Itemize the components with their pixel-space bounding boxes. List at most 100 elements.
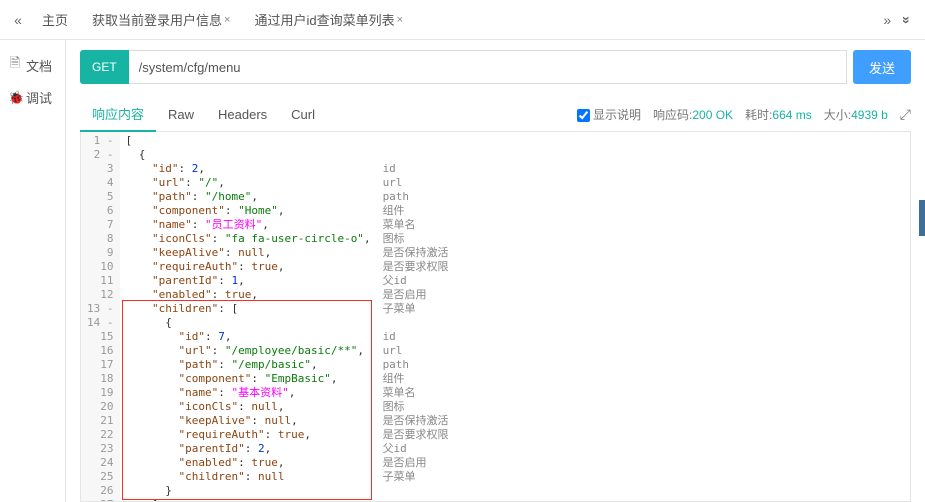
code-line[interactable]: "iconCls": null, bbox=[126, 400, 371, 414]
gutter-line: 24 bbox=[85, 456, 116, 470]
comment-line: url bbox=[383, 344, 449, 358]
tab-home[interactable]: 主页 bbox=[32, 0, 78, 40]
response-code: 响应码:200 OK bbox=[653, 106, 733, 123]
comment-line: 组件 bbox=[383, 372, 449, 386]
gutter-line: 16 bbox=[85, 344, 116, 358]
right-edge-handle[interactable] bbox=[919, 200, 925, 236]
code-line[interactable]: "url": "/employee/basic/**", bbox=[126, 344, 371, 358]
request-bar: GET 发送 bbox=[80, 50, 911, 84]
comment-line: path bbox=[383, 190, 449, 204]
gutter-line: 9 bbox=[85, 246, 116, 260]
code-line[interactable]: "url": "/", bbox=[126, 176, 371, 190]
code-line[interactable]: "component": "Home", bbox=[126, 204, 371, 218]
code-line[interactable]: "id": 7, bbox=[126, 330, 371, 344]
code-line[interactable]: "parentId": 1, bbox=[126, 274, 371, 288]
gutter-line: 1 - bbox=[85, 134, 116, 148]
code-line[interactable]: "keepAlive": null, bbox=[126, 246, 371, 260]
gutter-line: 7 bbox=[85, 218, 116, 232]
show-description-toggle[interactable]: 显示说明 bbox=[577, 106, 641, 123]
gutter-line: 11 bbox=[85, 274, 116, 288]
code-line[interactable]: "path": "/emp/basic", bbox=[126, 358, 371, 372]
code-line[interactable]: "name": "基本资料", bbox=[126, 386, 371, 400]
tab-user-info[interactable]: 获取当前登录用户信息× bbox=[82, 0, 240, 40]
tabs-scroll-right-icon[interactable]: » bbox=[877, 12, 897, 28]
comment-line: url bbox=[383, 176, 449, 190]
tab-response-headers[interactable]: Headers bbox=[206, 98, 279, 132]
document-icon: 🗎 bbox=[8, 54, 22, 76]
gutter-line: 12 bbox=[85, 288, 116, 302]
gutter-line: 27 bbox=[85, 498, 116, 502]
code-line[interactable]: "children": null bbox=[126, 470, 371, 484]
request-url-input[interactable] bbox=[129, 50, 847, 84]
show-description-checkbox[interactable] bbox=[577, 109, 590, 122]
top-tab-bar: « 主页 获取当前登录用户信息× 通过用户id查询菜单列表× » » bbox=[0, 0, 925, 40]
gutter-line: 20 bbox=[85, 400, 116, 414]
comment-line: 是否要求权限 bbox=[383, 260, 449, 274]
sidebar-item-debug[interactable]: 🐞 调试 bbox=[0, 82, 65, 113]
gutter-line: 4 bbox=[85, 176, 116, 190]
comment-line: 是否要求权限 bbox=[383, 428, 449, 442]
code-line[interactable]: "requireAuth": true, bbox=[126, 260, 371, 274]
tab-response-raw[interactable]: Raw bbox=[156, 98, 206, 132]
comment-line bbox=[383, 148, 449, 162]
sidebar-item-label: 调试 bbox=[26, 88, 52, 107]
gutter-line: 8 bbox=[85, 232, 116, 246]
code-line[interactable]: "parentId": 2, bbox=[126, 442, 371, 456]
gutter-line: 5 bbox=[85, 190, 116, 204]
gutter-line: 19 bbox=[85, 386, 116, 400]
code-line[interactable]: "children": [ bbox=[126, 302, 371, 316]
comment-line: 是否保持激活 bbox=[383, 246, 449, 260]
code-line[interactable]: ] bbox=[126, 498, 371, 502]
send-button[interactable]: 发送 bbox=[853, 50, 911, 84]
expand-icon[interactable]: ⤢ bbox=[900, 106, 911, 123]
close-icon[interactable]: × bbox=[397, 14, 403, 26]
code-line[interactable]: "id": 2, bbox=[126, 162, 371, 176]
code-line[interactable]: "path": "/home", bbox=[126, 190, 371, 204]
comment-line bbox=[383, 134, 449, 148]
comment-line: 父id bbox=[383, 442, 449, 456]
code-line[interactable]: } bbox=[126, 484, 371, 498]
code-line[interactable]: "enabled": true, bbox=[126, 456, 371, 470]
comment-line: id bbox=[383, 330, 449, 344]
gutter-line: 22 bbox=[85, 428, 116, 442]
comment-line: 是否启用 bbox=[383, 288, 449, 302]
response-time: 耗时:664 ms bbox=[745, 106, 812, 123]
code-line[interactable]: { bbox=[126, 148, 371, 162]
code-line[interactable]: "enabled": true, bbox=[126, 288, 371, 302]
gutter-line: 2 - bbox=[85, 148, 116, 162]
bug-icon: 🐞 bbox=[8, 90, 22, 106]
code-line[interactable]: { bbox=[126, 316, 371, 330]
comment-line: 子菜单 bbox=[383, 470, 449, 484]
response-size: 大小:4939 b bbox=[824, 106, 888, 123]
gutter-line: 3 bbox=[85, 162, 116, 176]
code-line[interactable]: "component": "EmpBasic", bbox=[126, 372, 371, 386]
comment-line: 图标 bbox=[383, 400, 449, 414]
sidebar-item-doc[interactable]: 🗎 文档 bbox=[0, 48, 65, 82]
comment-line: 图标 bbox=[383, 232, 449, 246]
response-json-viewer[interactable]: 1 -2 -3 4 5 6 7 8 9 10 11 12 13 -14 -15 … bbox=[80, 132, 911, 502]
comment-line: 子菜单 bbox=[383, 302, 449, 316]
tab-menu-by-userid[interactable]: 通过用户id查询菜单列表× bbox=[244, 0, 413, 40]
gutter-line: 14 - bbox=[85, 316, 116, 330]
collapse-down-icon[interactable]: » bbox=[899, 10, 915, 30]
comment-line: 组件 bbox=[383, 204, 449, 218]
sidebar-item-label: 文档 bbox=[26, 56, 52, 75]
comment-line: path bbox=[383, 358, 449, 372]
sidebar: 🗎 文档 🐞 调试 bbox=[0, 40, 66, 502]
gutter-line: 26 bbox=[85, 484, 116, 498]
code-line[interactable]: [ bbox=[126, 134, 371, 148]
code-line[interactable]: "name": "员工资料", bbox=[126, 218, 371, 232]
code-line[interactable]: "iconCls": "fa fa-user-circle-o", bbox=[126, 232, 371, 246]
http-method-badge[interactable]: GET bbox=[80, 50, 129, 84]
gutter-line: 6 bbox=[85, 204, 116, 218]
tabs-scroll-left-icon[interactable]: « bbox=[8, 12, 28, 28]
code-line[interactable]: "keepAlive": null, bbox=[126, 414, 371, 428]
tab-response-body[interactable]: 响应内容 bbox=[80, 98, 156, 132]
comment-line: 菜单名 bbox=[383, 386, 449, 400]
comment-line: 是否启用 bbox=[383, 456, 449, 470]
close-icon[interactable]: × bbox=[224, 14, 230, 26]
tab-response-curl[interactable]: Curl bbox=[279, 98, 327, 132]
code-line[interactable]: "requireAuth": true, bbox=[126, 428, 371, 442]
comment-line bbox=[383, 484, 449, 498]
gutter-line: 13 - bbox=[85, 302, 116, 316]
